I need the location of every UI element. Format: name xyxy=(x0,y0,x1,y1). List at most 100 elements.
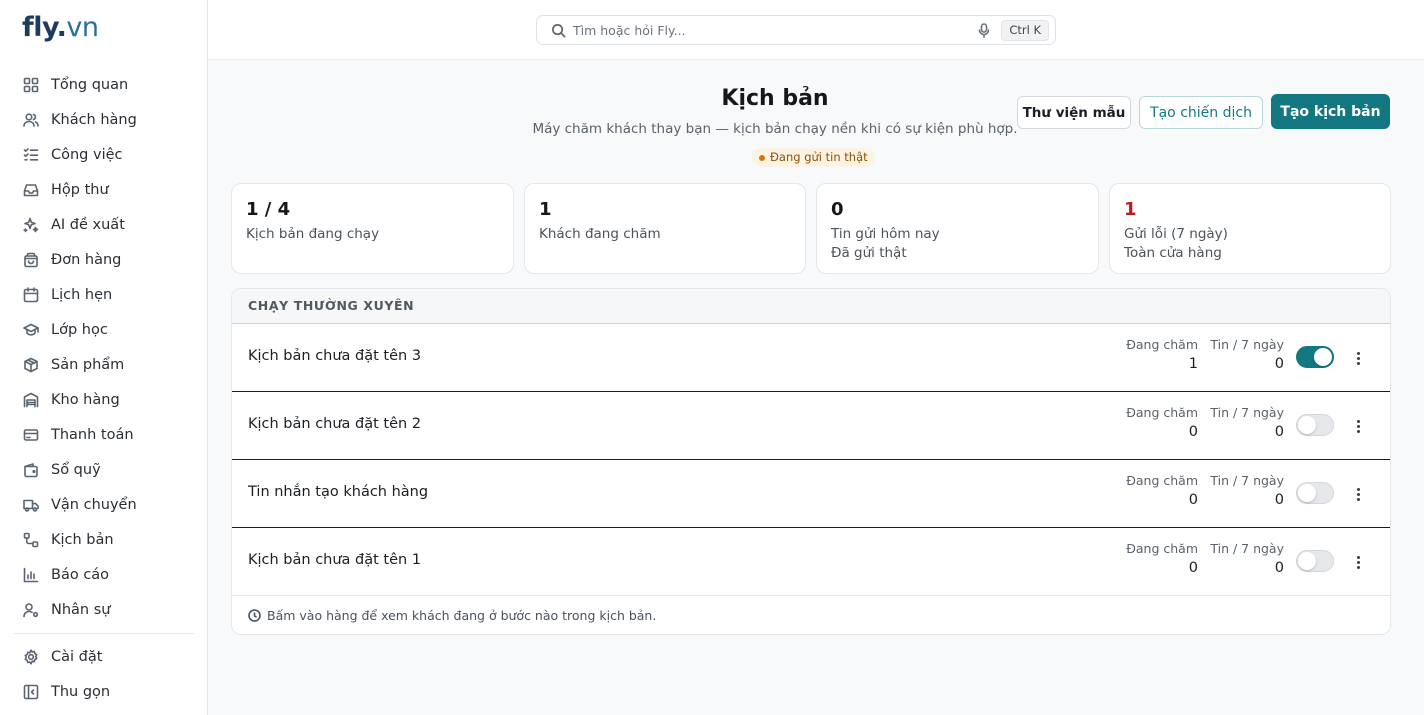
metric-label: Tin / 7 ngày xyxy=(1210,337,1284,352)
create-scenario-button[interactable]: Tạo kịch bản xyxy=(1271,94,1390,129)
scenario-toggle[interactable] xyxy=(1296,414,1334,436)
shopping-bag-icon xyxy=(24,252,38,267)
create-campaign-button[interactable]: Tạo chiến dịch xyxy=(1139,96,1263,129)
microphone-icon[interactable] xyxy=(977,23,991,38)
scenario-row[interactable]: Kịch bản chưa đặt tên 3 Đang chăm 1 Tin … xyxy=(232,324,1390,392)
sidebar-collapse-button[interactable]: Thu gọn xyxy=(14,674,194,709)
sidebar-item-label: Sổ quỹ xyxy=(51,461,101,478)
sidebar-item-label: Kịch bản xyxy=(51,531,114,548)
user-gear-icon xyxy=(23,602,39,617)
metric-messages: Tin / 7 ngày 0 xyxy=(1202,337,1284,372)
metric-value: 0 xyxy=(1274,356,1284,372)
sidebar-item-label: Kho hàng xyxy=(51,391,120,408)
sidebar-item-label: Lịch hẹn xyxy=(51,286,113,303)
box-icon xyxy=(24,357,38,372)
wallet-icon xyxy=(24,462,38,477)
stat-value: 1 / 4 xyxy=(246,199,291,220)
shortcut-hint: Ctrl K xyxy=(1001,20,1049,41)
sidebar-item-don-hang[interactable]: Đơn hàng xyxy=(14,242,194,277)
search-input[interactable] xyxy=(573,22,963,38)
sidebar-item-bao-cao[interactable]: Báo cáo xyxy=(14,557,194,592)
info-icon xyxy=(248,608,261,622)
stat-value: 1 xyxy=(1124,199,1137,220)
metric-value: 0 xyxy=(1274,424,1284,440)
scenario-row[interactable]: Tin nhắn tạo khách hàng Đang chăm 0 Tin … xyxy=(232,460,1390,528)
status-badge: Đang gửi tin thật xyxy=(752,148,875,167)
search-box[interactable]: Ctrl K xyxy=(536,15,1056,45)
sidebar-item-nhan-su[interactable]: Nhân sự xyxy=(14,592,194,627)
sidebar-item-label: Thu gọn xyxy=(51,683,111,700)
stat-label: Kịch bản đang chạy xyxy=(246,226,380,242)
stat-value: 0 xyxy=(831,199,844,220)
scenario-toggle[interactable] xyxy=(1296,550,1334,572)
sidebar-item-kich-ban[interactable]: Kịch bản xyxy=(14,522,194,557)
stat-value: 1 xyxy=(539,199,552,220)
sidebar-item-hop-thu[interactable]: Hộp thư xyxy=(14,172,194,207)
inbox-icon xyxy=(23,183,39,196)
metric-label: Đang chăm xyxy=(1126,405,1198,420)
sparkles-icon xyxy=(23,217,39,232)
scenario-row[interactable]: Kịch bản chưa đặt tên 1 Đang chăm 0 Tin … xyxy=(232,528,1390,596)
workflow-icon xyxy=(23,532,39,547)
metric-active: Đang chăm 0 xyxy=(1112,473,1198,508)
sidebar-item-label: Sản phẩm xyxy=(51,356,125,373)
scenario-name: Kịch bản chưa đặt tên 2 xyxy=(248,416,422,432)
sidebar-nav: Tổng quan Khách hàng Công việc Hộp thư A… xyxy=(14,67,194,709)
sidebar-item-thanh-toan[interactable]: Thanh toán xyxy=(14,417,194,452)
sidebar-collapse-icon xyxy=(23,684,39,699)
checklist-icon xyxy=(23,147,39,161)
metric-active: Đang chăm 0 xyxy=(1112,541,1198,576)
stat-label: Khách đang chăm xyxy=(539,226,661,242)
metric-active: Đang chăm 0 xyxy=(1112,405,1198,440)
status-badge-label: Đang gửi tin thật xyxy=(770,150,868,164)
sidebar-item-cai-dat[interactable]: Cài đặt xyxy=(14,639,194,674)
sidebar-item-label: Khách hàng xyxy=(51,111,137,128)
status-dot-icon xyxy=(759,154,765,161)
calendar-icon xyxy=(23,286,39,302)
metric-label: Tin / 7 ngày xyxy=(1210,405,1284,420)
scenario-toggle[interactable] xyxy=(1296,482,1334,504)
sidebar-item-label: AI đề xuất xyxy=(51,216,125,233)
sidebar-item-label: Báo cáo xyxy=(51,566,110,583)
scenario-row[interactable]: Kịch bản chưa đặt tên 2 Đang chăm 0 Tin … xyxy=(232,392,1390,460)
sidebar-item-so-quy[interactable]: Sổ quỹ xyxy=(14,452,194,487)
stat-card-sent-today: 0 Tin gửi hôm nay Đã gửi thật xyxy=(816,183,1099,274)
page-subtitle: Máy chăm khách thay bạn — kịch bản chạy … xyxy=(532,121,1018,137)
metric-value: 0 xyxy=(1188,560,1198,576)
toggle-knob xyxy=(1298,484,1316,502)
metric-active: Đang chăm 1 xyxy=(1112,337,1198,372)
scenario-name: Tin nhắn tạo khách hàng xyxy=(248,484,429,500)
sidebar-item-tong-quan[interactable]: Tổng quan xyxy=(14,67,194,102)
scenario-toggle[interactable] xyxy=(1296,346,1334,368)
metric-value: 0 xyxy=(1188,424,1198,440)
more-options-icon[interactable] xyxy=(1350,484,1366,504)
sidebar-item-label: Vận chuyển xyxy=(51,496,137,513)
more-options-icon[interactable] xyxy=(1350,348,1366,368)
scenario-name: Kịch bản chưa đặt tên 1 xyxy=(248,552,422,568)
sidebar-item-cong-viec[interactable]: Công việc xyxy=(14,137,194,172)
metric-messages: Tin / 7 ngày 0 xyxy=(1202,541,1284,576)
sidebar-item-lich-hen[interactable]: Lịch hẹn xyxy=(14,277,194,312)
sidebar-item-ai-de-xuat[interactable]: AI đề xuất xyxy=(14,207,194,242)
stat-label: Tin gửi hôm nay xyxy=(831,226,940,242)
sidebar-item-label: Thanh toán xyxy=(51,426,134,443)
sidebar-item-khach-hang[interactable]: Khách hàng xyxy=(14,102,194,137)
sidebar-item-kho-hang[interactable]: Kho hàng xyxy=(14,382,194,417)
sidebar-item-van-chuyen[interactable]: Vận chuyển xyxy=(14,487,194,522)
sidebar: fly.vn Tổng quan Khách hàng Công việc Hộ… xyxy=(0,0,208,715)
warehouse-icon xyxy=(23,392,39,407)
sidebar-item-san-pham[interactable]: Sản phẩm xyxy=(14,347,194,382)
footer-hint: Bấm vào hàng để xem khách đang ở bước nà… xyxy=(232,596,1390,634)
metric-messages: Tin / 7 ngày 0 xyxy=(1202,405,1284,440)
sidebar-item-lop-hoc[interactable]: Lớp học xyxy=(14,312,194,347)
more-options-icon[interactable] xyxy=(1350,416,1366,436)
metric-value: 0 xyxy=(1274,492,1284,508)
template-library-button[interactable]: Thư viện mẫu xyxy=(1017,96,1131,129)
more-options-icon[interactable] xyxy=(1350,552,1366,572)
metric-label: Tin / 7 ngày xyxy=(1210,541,1284,556)
truck-icon xyxy=(23,499,39,512)
stat-sublabel: Toàn cửa hàng xyxy=(1124,245,1222,261)
brand-logo[interactable]: fly.vn xyxy=(22,12,99,43)
metric-value: 0 xyxy=(1274,560,1284,576)
metric-label: Tin / 7 ngày xyxy=(1210,473,1284,488)
